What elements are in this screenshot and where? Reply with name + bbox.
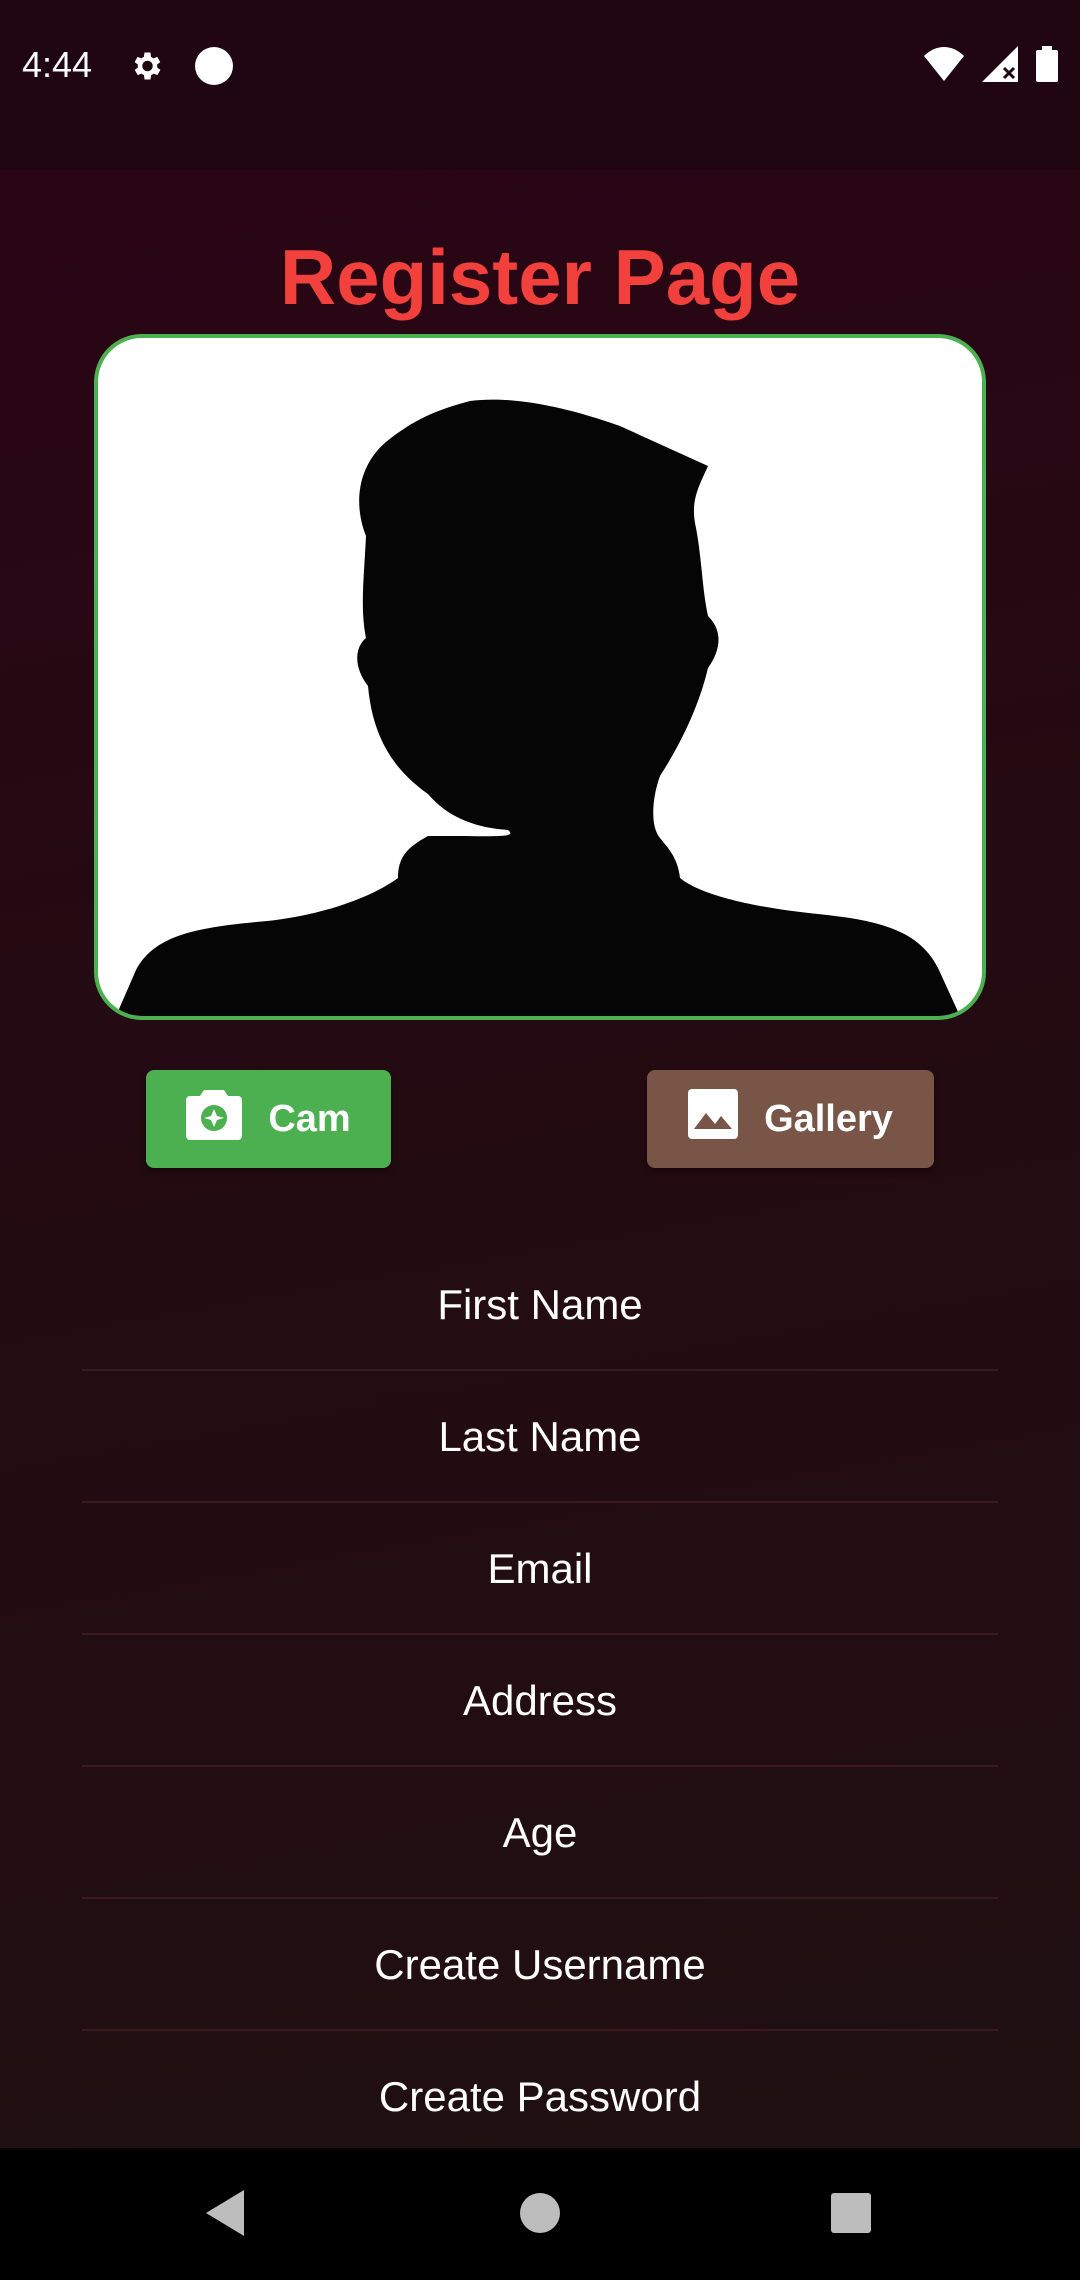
username-input[interactable] — [82, 1940, 998, 1989]
cam-button-label: Cam — [268, 1097, 351, 1140]
last-name-field[interactable] — [82, 1372, 998, 1503]
age-field[interactable] — [82, 1768, 998, 1899]
status-bar: 4:44 — [0, 0, 1080, 170]
password-input[interactable] — [82, 2072, 998, 2121]
gallery-button[interactable]: Gallery — [647, 1070, 934, 1168]
page-title: Register Page — [279, 233, 801, 321]
email-input[interactable] — [82, 1544, 998, 1593]
password-field[interactable] — [82, 2032, 998, 2148]
navigation-bar — [0, 2148, 1080, 2280]
username-field[interactable] — [82, 1900, 998, 2031]
battery-icon — [1036, 46, 1058, 87]
profile-photo-frame[interactable] — [94, 334, 986, 1020]
image-icon — [688, 1089, 739, 1149]
gallery-button-label: Gallery — [764, 1097, 893, 1140]
address-field[interactable] — [82, 1636, 998, 1767]
age-input[interactable] — [82, 1808, 998, 1857]
signal-icon — [982, 46, 1018, 87]
wifi-icon — [924, 47, 964, 86]
avatar-placeholder-icon — [116, 399, 960, 1016]
camera-icon — [186, 1088, 243, 1150]
status-time: 4:44 — [22, 44, 93, 85]
circle-icon — [194, 46, 234, 91]
last-name-input[interactable] — [82, 1412, 998, 1461]
back-icon[interactable] — [204, 2188, 248, 2243]
first-name-input[interactable] — [82, 1280, 998, 1329]
gear-icon — [128, 48, 164, 89]
address-input[interactable] — [82, 1676, 998, 1725]
email-field[interactable] — [82, 1504, 998, 1635]
recents-icon[interactable] — [829, 2188, 873, 2243]
home-icon[interactable] — [518, 2188, 562, 2243]
register-content: Register Page Cam Gallery — [0, 170, 1080, 2148]
cam-button[interactable]: Cam — [146, 1070, 391, 1168]
first-name-field[interactable] — [82, 1240, 998, 1371]
